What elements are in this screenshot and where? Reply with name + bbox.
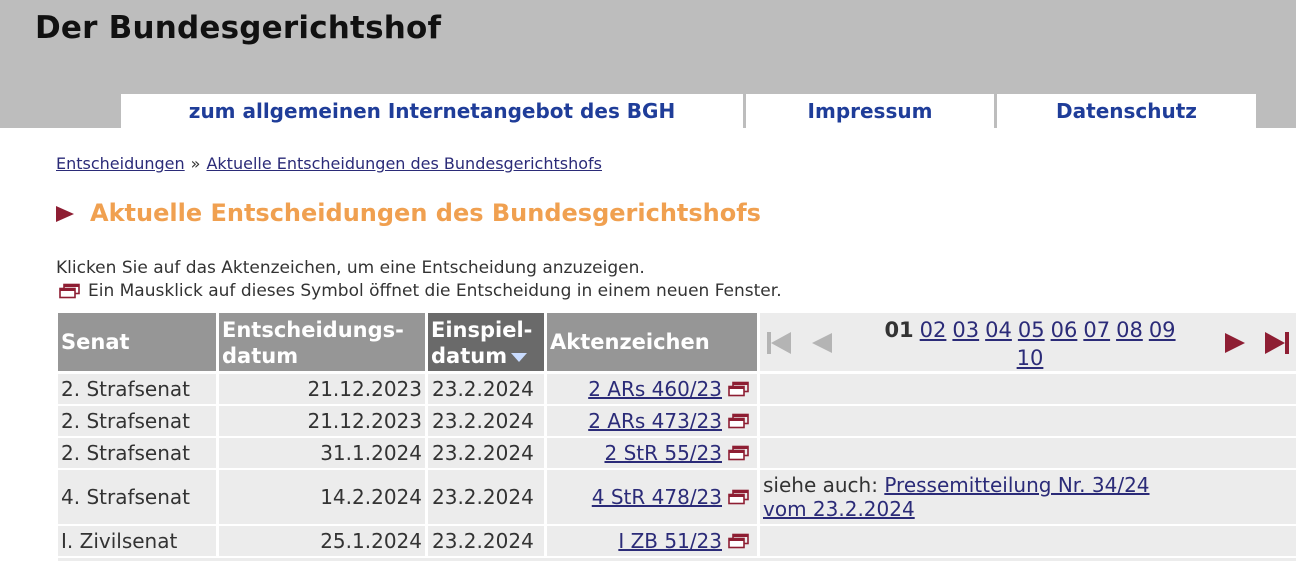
breadcrumb-aktuelle[interactable]: Aktuelle Entscheidungen des Bundesgerich…: [206, 154, 602, 173]
breadcrumb: Entscheidungen » Aktuelle Entscheidungen d…: [56, 154, 602, 173]
pager-page-link[interactable]: 02: [920, 318, 947, 342]
new-window-icon: [58, 283, 82, 299]
site-title: Der Bundesgerichtshof: [35, 10, 442, 46]
cell-entscheidungsdatum: 31.1.2024: [219, 438, 425, 468]
aktenzeichen-link[interactable]: 2 StR 55/23: [604, 441, 722, 465]
cell-einspieldatum: 23.2.2024: [428, 526, 544, 556]
cell-senat: 2. Strafsenat: [58, 406, 216, 436]
first-page-button: [771, 332, 791, 354]
column-header-einspieldatum[interactable]: Einspiel- datum: [428, 313, 544, 371]
column-header-entscheidungsdatum-line1: Entscheidungs-: [222, 318, 404, 342]
cell-senat: 2. Strafsenat: [58, 374, 216, 404]
cell-entscheidungsdatum: 14.2.2024: [219, 470, 425, 524]
column-header-aktenzeichen[interactable]: Aktenzeichen: [547, 313, 757, 371]
nav-tab-impressum[interactable]: Impressum: [746, 94, 994, 128]
cell-einspieldatum: 23.2.2024: [428, 406, 544, 436]
pager-page-link[interactable]: 10: [1017, 346, 1044, 370]
instruction-new-window: Ein Mausklick auf dieses Symbol öffnet d…: [58, 281, 782, 301]
nav-tab-datenschutz[interactable]: Datenschutz: [997, 94, 1256, 128]
pager-page-link[interactable]: 05: [1018, 318, 1045, 342]
sort-descending-icon: [511, 352, 528, 362]
new-window-icon[interactable]: [727, 489, 751, 505]
cell-aktenzeichen: 2 StR 55/23: [547, 438, 757, 468]
instruction-new-window-text: Ein Mausklick auf dieses Symbol öffnet d…: [88, 281, 782, 301]
new-window-icon[interactable]: [727, 413, 751, 429]
previous-page-icon: [812, 333, 832, 353]
breadcrumb-entscheidungen[interactable]: Entscheidungen: [56, 154, 185, 173]
cell-entscheidungsdatum: 25.1.2024: [219, 526, 425, 556]
last-page-icon[interactable]: [1265, 332, 1285, 354]
new-window-icon[interactable]: [727, 381, 751, 397]
cell-entscheidungsdatum: 21.12.2023: [219, 374, 425, 404]
breadcrumb-separator: »: [190, 154, 201, 173]
pager-page-link[interactable]: 07: [1083, 318, 1110, 342]
cell-einspieldatum: 23.2.2024: [428, 374, 544, 404]
aktenzeichen-link[interactable]: I ZB 51/23: [618, 529, 722, 553]
column-header-senat-label: Senat: [61, 330, 130, 354]
page-title: Aktuelle Entscheidungen des Bundesgerich…: [90, 199, 761, 227]
new-window-icon[interactable]: [727, 533, 751, 549]
pager-page-link[interactable]: 06: [1051, 318, 1078, 342]
cell-entscheidungsdatum: 21.12.2023: [219, 406, 425, 436]
cell-aktenzeichen: 4 StR 478/23: [547, 470, 757, 524]
cell-senat: 4. Strafsenat: [58, 470, 216, 524]
cell-senat: I. Zivilsenat: [58, 526, 216, 556]
pager-page-link[interactable]: 08: [1116, 318, 1143, 342]
aktenzeichen-link[interactable]: 2 ARs 460/23: [588, 377, 722, 401]
column-header-entscheidungsdatum[interactable]: Entscheidungs- datum: [219, 313, 425, 371]
column-header-entscheidungsdatum-line2: datum: [222, 344, 299, 368]
cell-extra: [760, 526, 1296, 556]
heading-arrow-icon: [56, 206, 74, 222]
next-page-icon[interactable]: [1225, 333, 1245, 353]
cell-einspieldatum: 23.2.2024: [428, 438, 544, 468]
cell-senat: 2. Strafsenat: [58, 438, 216, 468]
aktenzeichen-link[interactable]: 4 StR 478/23: [592, 485, 722, 509]
pager-page-link[interactable]: 03: [952, 318, 979, 342]
cell-extra: [760, 438, 1296, 468]
pager-page-link[interactable]: 09: [1149, 318, 1176, 342]
pager-page-link[interactable]: 04: [985, 318, 1012, 342]
nav-tab-internetangebot[interactable]: zum allgemeinen Internetangebot des BGH: [121, 94, 743, 128]
cell-einspieldatum: 23.2.2024: [428, 470, 544, 524]
column-header-einspieldatum-line1: Einspiel-: [431, 318, 533, 342]
cell-aktenzeichen: I ZB 51/23: [547, 526, 757, 556]
pager-current-page: 01: [884, 318, 914, 342]
instruction-text: Klicken Sie auf das Aktenzeichen, um ein…: [56, 258, 645, 278]
see-also-label: siehe auch:: [763, 473, 878, 497]
column-header-einspieldatum-line2: datum: [431, 344, 508, 368]
column-header-aktenzeichen-label: Aktenzeichen: [550, 330, 710, 354]
last-page-bar-icon[interactable]: [1285, 332, 1289, 354]
column-header-senat[interactable]: Senat: [58, 313, 216, 371]
cell-extra: [760, 374, 1296, 404]
cell-aktenzeichen: 2 ARs 473/23: [547, 406, 757, 436]
new-window-icon[interactable]: [727, 445, 751, 461]
cell-extra: siehe auch: Pressemitteilung Nr. 34/24 v…: [760, 470, 1296, 524]
aktenzeichen-link[interactable]: 2 ARs 473/23: [588, 409, 722, 433]
cell-extra: [760, 406, 1296, 436]
pager-numbers: 01 02 03 04 05 06 07 08 09 10: [840, 316, 1220, 372]
cell-aktenzeichen: 2 ARs 460/23: [547, 374, 757, 404]
